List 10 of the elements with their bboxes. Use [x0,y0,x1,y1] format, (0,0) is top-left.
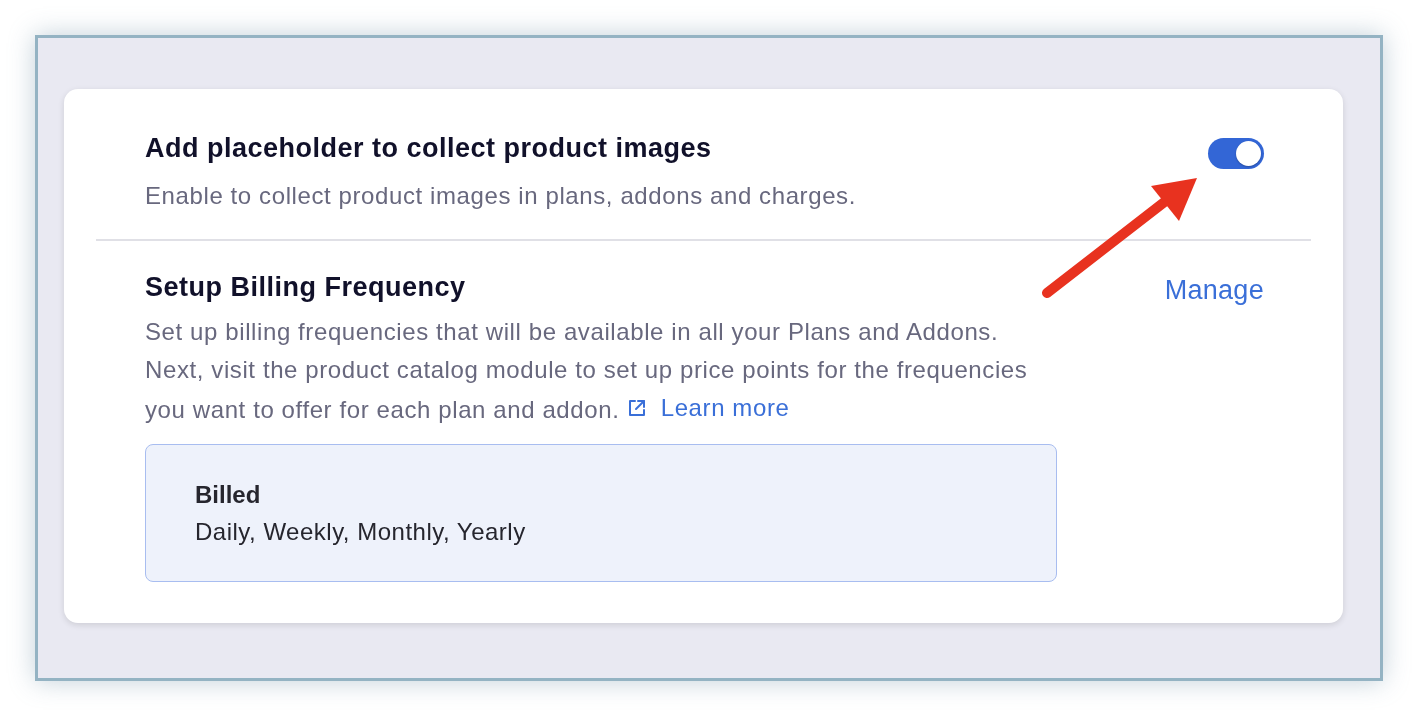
toggle-switch[interactable] [1208,138,1264,169]
section-description: Set up billing frequencies that will be available in all your Plans and Addons. Next, visit the product catalog module to set up price points for the frequencies you want to offer for each plan and addon. Learn more [145,313,1053,429]
setting-title: Add placeholder to collect product images [145,133,713,163]
learn-more-link[interactable]: Learn more [626,389,790,427]
manage-link[interactable]: Manage [1164,275,1264,305]
section-title: Setup Billing Frequency [145,272,467,302]
external-link-icon [626,398,647,418]
summary-value: Daily, Weekly, Monthly, Yearly [195,518,527,546]
setting-description: Enable to collect product images in plans, addons and charges. [145,181,856,211]
summary-label: Billed [195,481,262,509]
